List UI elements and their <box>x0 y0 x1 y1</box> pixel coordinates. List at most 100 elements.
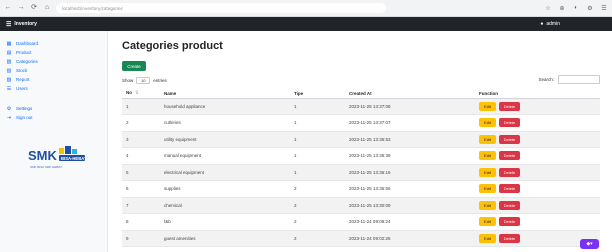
column-header-name[interactable]: Name <box>160 89 290 99</box>
brand[interactable]: ☰ Inventory <box>6 21 37 28</box>
create-button[interactable]: Create <box>122 61 146 71</box>
user-name: admin <box>546 21 560 27</box>
sidebar: ▦ Dashboard ▤ Product ▧ Categories ▥ Sto… <box>0 31 108 252</box>
cell-no: 4 <box>122 147 160 165</box>
logo-tagline: SMK BISA SMK HEBAT <box>30 165 62 169</box>
table-row: 8 f&b 2 2023-11-24 09:08:24 Edit Delete <box>122 213 600 231</box>
edit-button[interactable]: Edit <box>479 233 496 243</box>
user-icon: ● <box>540 21 544 27</box>
cell-created: 2023-11-25 13:35:55 <box>345 180 475 198</box>
dashboard-icon: ▦ <box>6 40 12 47</box>
sort-icon[interactable]: ⇅ <box>135 90 139 95</box>
home-icon[interactable]: ⌂ <box>43 4 51 12</box>
edit-button[interactable]: Edit <box>479 151 496 161</box>
column-header-tipe[interactable]: Tipe <box>290 89 345 99</box>
page-title: Categories product <box>122 40 223 52</box>
edit-button[interactable]: Edit <box>479 118 496 128</box>
address-text: localhost/inventory/categories <box>62 5 123 11</box>
search-control: Search: <box>538 75 600 84</box>
sidebar-item-label: Report <box>16 77 30 82</box>
logo-block-blue <box>65 146 71 154</box>
cell-tipe: 1 <box>290 147 345 165</box>
extension-icon[interactable]: ⊕ <box>558 5 566 12</box>
sidebar-item-categories[interactable]: ▧ Categories <box>0 57 107 66</box>
cell-no: 2 <box>122 114 160 132</box>
cell-created: 2023-11-25 13:37:07 <box>345 114 475 132</box>
entries-label: entries <box>153 78 167 83</box>
delete-button[interactable]: Delete <box>499 233 520 243</box>
reload-icon[interactable]: ⟳ <box>30 4 38 12</box>
edit-button[interactable]: Edit <box>479 167 496 177</box>
sidebar-item-label: Settings <box>16 106 33 111</box>
cell-no: 9 <box>122 230 160 247</box>
address-bar[interactable]: localhost/inventory/categories <box>56 3 386 13</box>
browser-menu-icon[interactable]: ☰ <box>600 5 608 12</box>
delete-button[interactable]: Delete <box>499 101 520 111</box>
table-body: 1 household appliance 1 2023-11-25 13:37… <box>122 98 600 247</box>
entries-value: 10 <box>141 78 146 83</box>
sidebar-item-dashboard[interactable]: ▦ Dashboard <box>0 39 107 48</box>
sidebar-item-label: Stock <box>16 68 28 73</box>
entries-select[interactable]: 10 <box>136 77 151 84</box>
cell-function: Edit Delete <box>475 213 600 231</box>
cell-no: 7 <box>122 197 160 214</box>
table-row: 3 utility equipment 1 2023-11-25 13:36:5… <box>122 131 600 148</box>
signout-icon: ⇥ <box>6 114 12 121</box>
sidebar-item-report[interactable]: ▨ Report <box>0 75 107 84</box>
theme-icon[interactable]: ◐ <box>572 5 580 12</box>
logo-block-yellow <box>59 148 64 154</box>
table-header: No ⇅ Name Tipe Created At Function <box>122 89 600 99</box>
delete-button[interactable]: Delete <box>499 184 520 194</box>
header-label: Function <box>479 90 498 96</box>
edit-button[interactable]: Edit <box>479 200 496 210</box>
cell-created: 2023-11-25 13:36:39 <box>345 147 475 165</box>
sidebar-item-label: Product <box>16 50 32 55</box>
column-header-function[interactable]: Function <box>475 89 600 99</box>
categories-table: No ⇅ Name Tipe Created At Function 1 hous… <box>122 89 600 247</box>
cell-name: utility equipment <box>160 131 290 148</box>
table-row: 1 household appliance 1 2023-11-25 13:37… <box>122 98 600 115</box>
user-menu[interactable]: ● admin <box>540 21 560 27</box>
delete-button[interactable]: Delete <box>499 217 520 227</box>
forward-icon[interactable]: → <box>17 4 25 12</box>
sidebar-item-label: Sign out <box>16 115 33 120</box>
header-label: No <box>126 90 132 96</box>
cell-tipe: 1 <box>290 164 345 181</box>
delete-button[interactable]: Delete <box>499 151 520 161</box>
delete-button[interactable]: Delete <box>499 200 520 210</box>
cell-created: 2023-11-25 13:37:08 <box>345 98 475 115</box>
delete-button[interactable]: Delete <box>499 118 520 128</box>
cell-function: Edit Delete <box>475 131 600 148</box>
cell-name: chemical <box>160 197 290 214</box>
cell-no: 8 <box>122 213 160 231</box>
floating-action-button[interactable]: ◆▾ <box>580 239 599 249</box>
cell-name: guest amenities <box>160 230 290 247</box>
back-icon[interactable]: ← <box>4 4 12 12</box>
sidebar-item-sign-out[interactable]: ⇥ Sign out <box>0 113 107 122</box>
cell-name: manual equipment <box>160 147 290 165</box>
edit-button[interactable]: Edit <box>479 101 496 111</box>
table-row: 5 electrical equipment 1 2023-11-25 13:3… <box>122 164 600 181</box>
table-row: 9 guest amenities 2 2023-11-24 09:02:26 … <box>122 230 600 247</box>
delete-button[interactable]: Delete <box>499 134 520 144</box>
search-input[interactable] <box>558 75 600 84</box>
sidebar-item-stock[interactable]: ▥ Stock <box>0 66 107 75</box>
edit-button[interactable]: Edit <box>479 184 496 194</box>
sidebar-item-users[interactable]: ☰ Users <box>0 84 107 93</box>
column-header-no[interactable]: No ⇅ <box>122 89 160 99</box>
delete-button[interactable]: Delete <box>499 167 520 177</box>
browser-extension-icons: ☆ ⊕ ◐ ⚙ ☰ <box>544 5 608 12</box>
sidebar-item-settings[interactable]: ⚙ Settings <box>0 104 107 113</box>
hamburger-icon[interactable]: ☰ <box>6 21 11 28</box>
cell-no: 3 <box>122 131 160 148</box>
settings-icon[interactable]: ⚙ <box>586 5 594 12</box>
cell-no: 6 <box>122 180 160 198</box>
bookmark-icon[interactable]: ☆ <box>544 5 552 12</box>
header-label: Created At <box>349 90 372 96</box>
sidebar-item-product[interactable]: ▤ Product <box>0 48 107 57</box>
column-header-created[interactable]: Created At <box>345 89 475 99</box>
edit-button[interactable]: Edit <box>479 217 496 227</box>
edit-button[interactable]: Edit <box>479 134 496 144</box>
smk-logo: SMK BISA-HEBAT SMK BISA SMK HEBAT <box>27 144 87 172</box>
cell-function: Edit Delete <box>475 180 600 198</box>
